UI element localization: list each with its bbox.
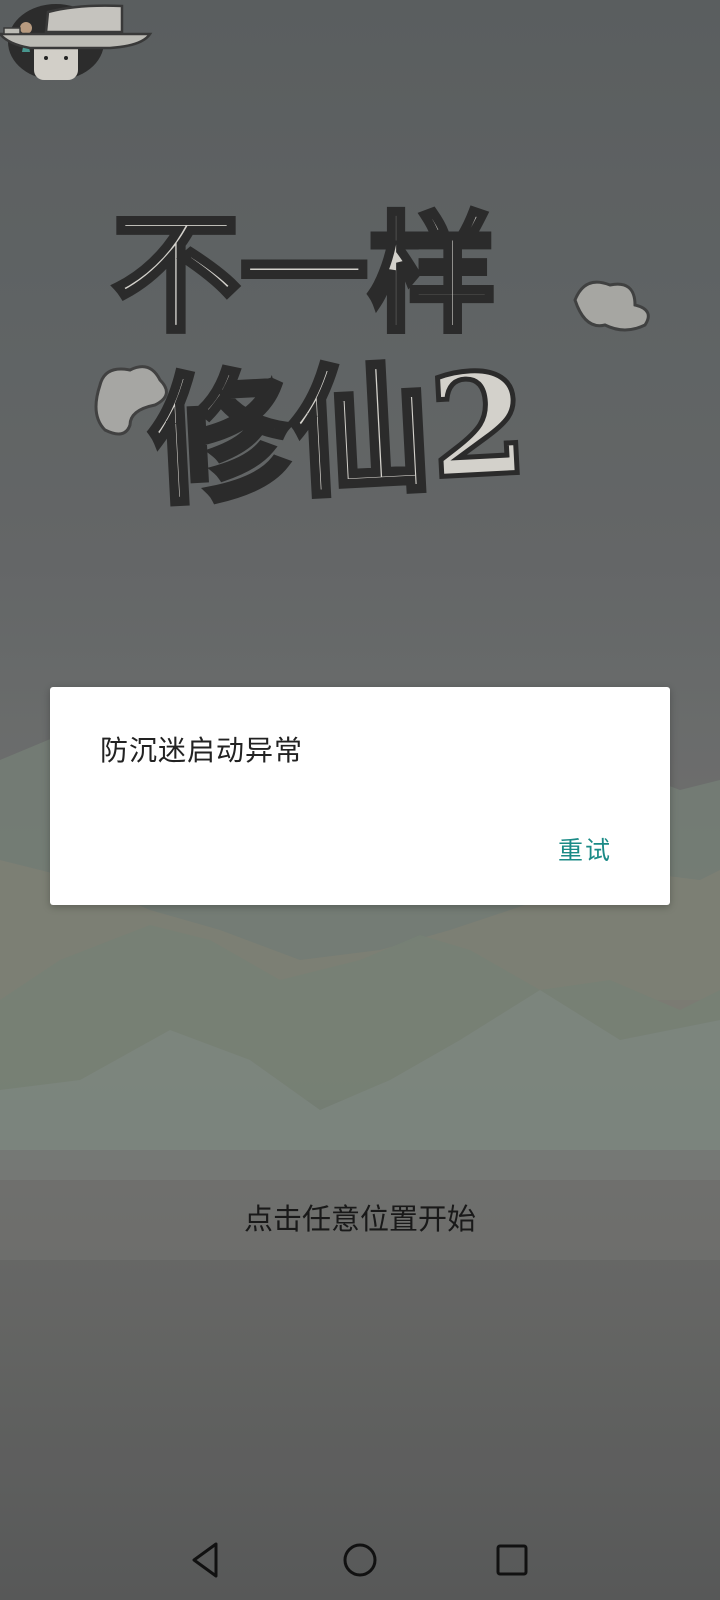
retry-button[interactable]: 重试 (558, 831, 612, 867)
dialog-message: 防沉迷启动异常 (100, 734, 304, 767)
home-circle-icon[interactable] (336, 1536, 384, 1584)
recents-square-icon[interactable] (488, 1536, 536, 1584)
anti-addiction-error-dialog: 防沉迷启动异常 重试 (50, 687, 670, 905)
system-navigation-bar (0, 1520, 720, 1600)
back-triangle-icon[interactable] (182, 1536, 230, 1584)
